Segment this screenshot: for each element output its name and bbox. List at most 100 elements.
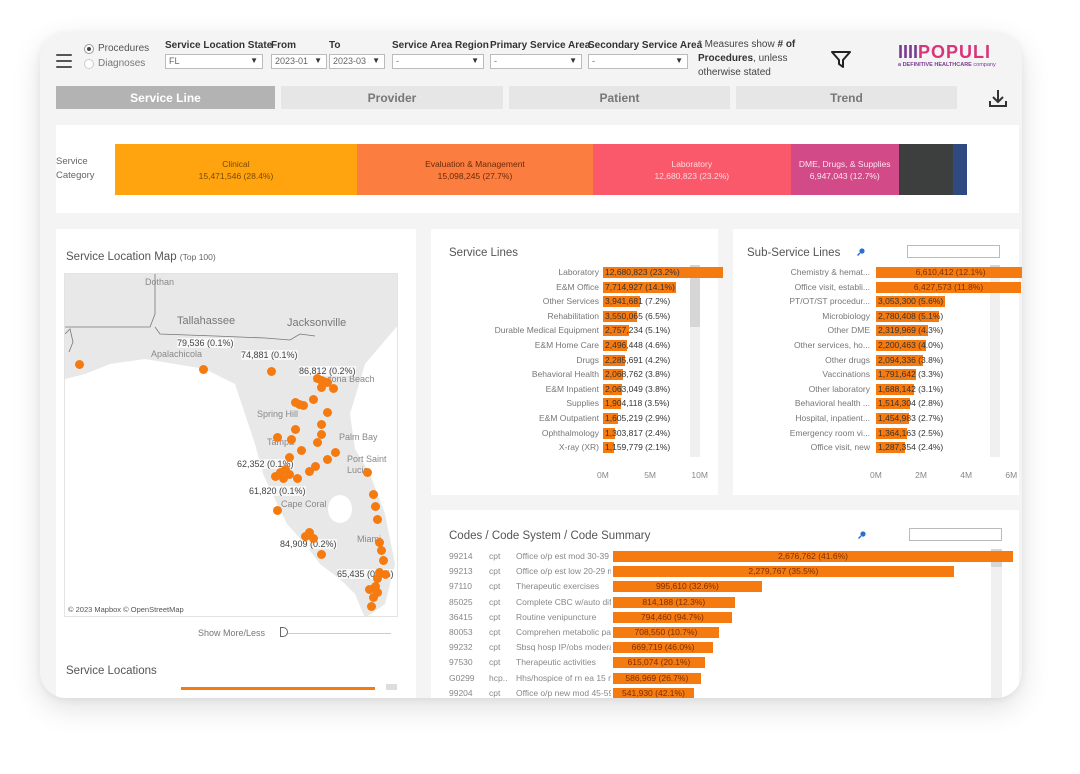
category-segment[interactable]: Clinical 15,471,546 (28.4%) [115, 144, 357, 195]
dashboard-window: Procedures Diagnoses Service Location St… [40, 32, 1022, 698]
row-label: Vaccinations [822, 369, 870, 380]
map-value-label: 86,812 (0.2%) [299, 366, 356, 376]
location-dot[interactable] [331, 448, 340, 457]
row-label: Emergency room vi... [789, 427, 870, 438]
hamburger-icon[interactable] [56, 54, 72, 68]
location-dot[interactable] [313, 438, 322, 447]
dropdown-arrow-icon: ▼ [569, 56, 577, 65]
to-select[interactable]: 2023-03 ▼ [329, 54, 385, 69]
primary-area-select[interactable]: - ▼ [490, 54, 582, 69]
codes-scrollbar[interactable] [991, 549, 1002, 698]
location-dot[interactable] [293, 474, 302, 483]
tab-trend[interactable]: Trend [736, 86, 957, 109]
codes-search-input[interactable] [909, 528, 1002, 541]
service-lines-scrollbar[interactable] [690, 265, 700, 457]
location-dot[interactable] [379, 556, 388, 565]
bar-value-label: 2,496,448 (4.6%) [605, 340, 671, 350]
bar-value-label: 7,714,927 (14.1%) [605, 281, 675, 292]
code-value: 99204 [449, 687, 473, 698]
radio-procedures[interactable]: Procedures [84, 41, 149, 56]
location-dot[interactable] [363, 468, 372, 477]
location-dot[interactable] [377, 546, 386, 555]
show-more-slider-handle[interactable] [280, 627, 288, 637]
pin-icon[interactable] [858, 531, 866, 539]
service-lines-title: Service Lines [449, 247, 519, 259]
location-dot[interactable] [273, 506, 282, 515]
category-value: 6,947,043 (12.7%) [809, 170, 880, 181]
bar-value-label: 2,757,234 (5.1%) [605, 325, 671, 336]
tab-service-line[interactable]: Service Line [56, 86, 275, 109]
row-label: Rehabilitation [547, 310, 599, 321]
code-system: cpt [489, 581, 501, 592]
row-label: Behavioral Health [531, 369, 599, 380]
service-lines-panel: Service Lines Laboratory 12,680,823 (23.2… [431, 229, 723, 495]
location-dot[interactable] [287, 435, 296, 444]
category-name: Evaluation & Management [425, 158, 525, 169]
state-select[interactable]: FL ▼ [165, 54, 263, 69]
category-segment[interactable]: Laboratory 12,680,823 (23.2%) [592, 144, 791, 195]
populi-logo: IIIIPOPULI a DEFINITIVE HEALTHCARE compa… [898, 42, 996, 68]
code-value: G0299 [449, 672, 475, 683]
location-dot[interactable] [199, 365, 208, 374]
map-title: Service Location Map (Top 100) [66, 251, 216, 263]
location-dot[interactable] [369, 593, 378, 602]
category-segment[interactable] [898, 144, 953, 195]
region-select[interactable]: - ▼ [392, 54, 484, 69]
location-dot[interactable] [317, 550, 326, 559]
row-label: Other laboratory [808, 383, 870, 394]
sub-service-search-input[interactable] [907, 245, 1000, 258]
location-dot[interactable] [323, 455, 332, 464]
funnel-icon[interactable] [830, 50, 852, 70]
location-dot[interactable] [281, 465, 290, 474]
bar-value-label: 1,159,779 (2.1%) [605, 442, 671, 453]
tab-provider[interactable]: Provider [281, 86, 503, 109]
service-locations-title: Service Locations [66, 665, 157, 677]
axis-tick-label: 2M [915, 470, 927, 480]
axis-tick-label: 0M [597, 470, 609, 480]
location-dot[interactable] [367, 602, 376, 611]
category-segment[interactable]: DME, Drugs, & Supplies 6,947,043 (12.7%) [790, 144, 899, 195]
location-dot[interactable] [317, 383, 326, 392]
location-dot[interactable] [381, 570, 390, 579]
pin-icon[interactable] [857, 248, 865, 256]
location-dot[interactable] [309, 534, 318, 543]
location-dot[interactable] [75, 360, 84, 369]
show-more-less-label: Show More/Less [198, 628, 266, 638]
radio-diagnoses[interactable]: Diagnoses [84, 56, 149, 71]
location-dot[interactable] [299, 401, 308, 410]
bar-value-label: 1,303,817 (2.4%) [605, 427, 671, 438]
download-icon[interactable] [986, 87, 1010, 109]
location-dot[interactable] [273, 433, 282, 442]
service-location-map-panel: Service Location Map (Top 100) Dothan Ta… [56, 229, 416, 698]
show-more-slider-track[interactable] [284, 633, 391, 634]
location-dot[interactable] [297, 446, 306, 455]
bar-value-label: 2,063,049 (3.8%) [605, 383, 671, 394]
map-value-label: 79,536 (0.1%) [177, 338, 234, 348]
category-segment[interactable]: Evaluation & Management 15,098,245 (27.7%… [356, 144, 593, 195]
location-dot[interactable] [329, 384, 338, 393]
location-dot[interactable] [365, 585, 374, 594]
secondary-area-select[interactable]: - ▼ [588, 54, 688, 69]
location-dot[interactable] [291, 425, 300, 434]
code-summary: Therapeutic activities [516, 657, 596, 668]
from-select[interactable]: 2023-01 ▼ [271, 54, 327, 69]
measures-note: * Measures show # of Procedures, unless … [698, 39, 796, 78]
location-dot[interactable] [285, 453, 294, 462]
service-locations-scrollbar[interactable] [386, 684, 397, 690]
location-dot[interactable] [267, 367, 276, 376]
location-dot[interactable] [305, 467, 314, 476]
location-dot[interactable] [317, 420, 326, 429]
bar-value-label: 6,610,412 (12.1%) [915, 267, 986, 277]
location-dot[interactable] [323, 408, 332, 417]
service-locations-bar[interactable] [181, 687, 375, 690]
tab-patient[interactable]: Patient [509, 86, 730, 109]
service-location-map[interactable]: Dothan Tallahassee Jacksonville Apalachi… [64, 273, 398, 617]
category-segment[interactable] [952, 144, 967, 195]
location-dot[interactable] [309, 395, 318, 404]
sub-service-lines-scrollbar[interactable] [990, 265, 1000, 457]
location-dot[interactable] [373, 515, 382, 524]
location-dot[interactable] [371, 502, 380, 511]
dropdown-arrow-icon: ▼ [314, 56, 322, 65]
location-dot[interactable] [369, 490, 378, 499]
bar-value-label: 1,791,642 (3.3%) [878, 369, 944, 380]
